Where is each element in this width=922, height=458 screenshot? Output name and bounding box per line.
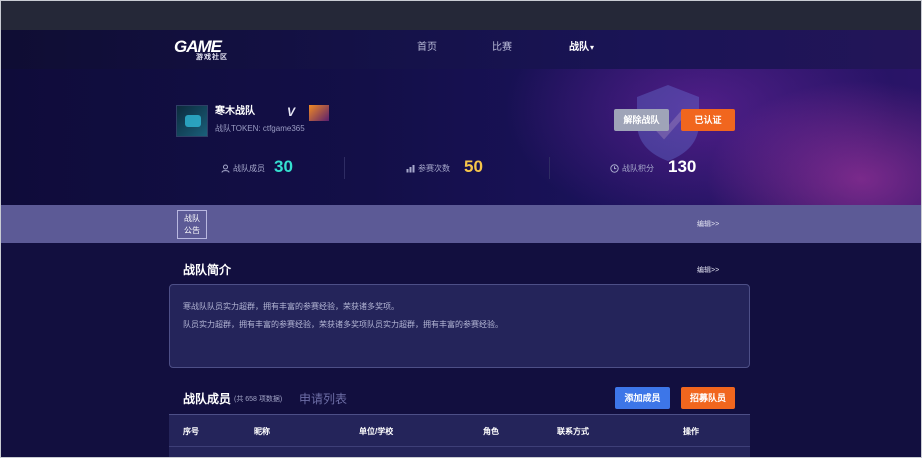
stat-divider xyxy=(549,157,550,179)
team-avatar xyxy=(176,105,208,137)
team-token: 战队TOKEN: ctfgame365 xyxy=(215,124,305,133)
members-table: 序号 昵称 单位/学校 角色 联系方式 操作 xyxy=(169,414,750,457)
notice-tag: 战队 公告 xyxy=(177,210,207,239)
nav-item-home[interactable]: 首页 xyxy=(417,41,437,55)
notice-tag-line2: 公告 xyxy=(184,226,200,235)
stat-points-value: 130 xyxy=(668,157,697,176)
verified-button[interactable]: 已认证 xyxy=(681,109,735,131)
nav-item-team[interactable]: 战队▾ xyxy=(569,41,594,55)
stat-members: 战队成员 30 xyxy=(221,157,301,179)
intro-line: 队员实力超群，拥有丰富的参赛经验，荣获诸多奖项队员实力超群，拥有丰富的参赛经验。 xyxy=(183,320,503,329)
team-notice-bar: 战队 公告 编辑>> xyxy=(1,205,921,243)
add-member-button[interactable]: 添加成员 xyxy=(615,387,670,409)
stat-divider xyxy=(344,157,345,179)
stat-participations-value: 50 xyxy=(464,157,483,176)
site-logo[interactable]: GAME 游戏社区 xyxy=(174,38,236,62)
table-header-nickname: 昵称 xyxy=(254,427,270,436)
stat-participations: 参赛次数 50 xyxy=(406,157,496,179)
edit-notice-link[interactable]: 编辑>> xyxy=(697,220,719,230)
edit-intro-link[interactable]: 编辑>> xyxy=(697,266,719,276)
logo-subtext: 游戏社区 xyxy=(196,54,228,61)
top-navigation: GAME 游戏社区 首页 比赛 战队▾ xyxy=(1,30,921,69)
intro-line: 寒战队队员实力超群，拥有丰富的参赛经验，荣获诸多奖项。 xyxy=(183,302,399,311)
chart-icon xyxy=(406,165,415,173)
stat-members-value: 30 xyxy=(274,157,293,176)
nav-item-team-label: 战队 xyxy=(569,42,589,53)
stat-points-label: 战队积分 xyxy=(622,164,654,173)
members-count: (共 658 项数据) xyxy=(234,396,283,403)
verified-v-icon: V xyxy=(287,105,296,119)
stat-participations-label: 参赛次数 xyxy=(418,164,450,173)
intro-box: 寒战队队员实力超群，拥有丰富的参赛经验，荣获诸多奖项。 队员实力超群，拥有丰富的… xyxy=(169,284,750,368)
users-icon xyxy=(221,164,230,173)
table-divider xyxy=(169,446,750,447)
app-window: GAME 游戏社区 首页 比赛 战队▾ 寒木战队 战队TOKEN: ctfgam… xyxy=(0,0,922,458)
table-header-role: 角色 xyxy=(483,427,499,436)
tab-apply-list[interactable]: 申请列表 xyxy=(299,392,347,407)
table-header-actions: 操作 xyxy=(683,427,699,436)
clock-icon xyxy=(610,164,619,173)
team-name: 寒木战队 xyxy=(215,106,255,117)
members-title: 战队成员 xyxy=(183,392,232,406)
stat-members-label: 战队成员 xyxy=(233,164,265,173)
table-header-index: 序号 xyxy=(183,427,199,436)
browser-top-bar xyxy=(1,1,921,30)
team-badge-image xyxy=(309,105,329,121)
intro-title: 战队简介 xyxy=(183,263,232,277)
table-header-organization: 单位/学校 xyxy=(359,427,394,436)
stat-points: 战队积分 130 xyxy=(610,157,710,179)
nav-item-competitions[interactable]: 比赛 xyxy=(492,41,512,55)
chevron-down-icon: ▾ xyxy=(590,43,595,52)
logo-text: GAME xyxy=(174,37,222,56)
notice-tag-line1: 战队 xyxy=(184,214,200,223)
recruit-member-button[interactable]: 招募队员 xyxy=(681,387,735,409)
table-header-contact: 联系方式 xyxy=(557,427,589,436)
dissolve-team-button[interactable]: 解除战队 xyxy=(614,109,669,131)
team-header: 寒木战队 战队TOKEN: ctfgame365 V 解除战队 已认证 战队成员… xyxy=(1,69,921,205)
